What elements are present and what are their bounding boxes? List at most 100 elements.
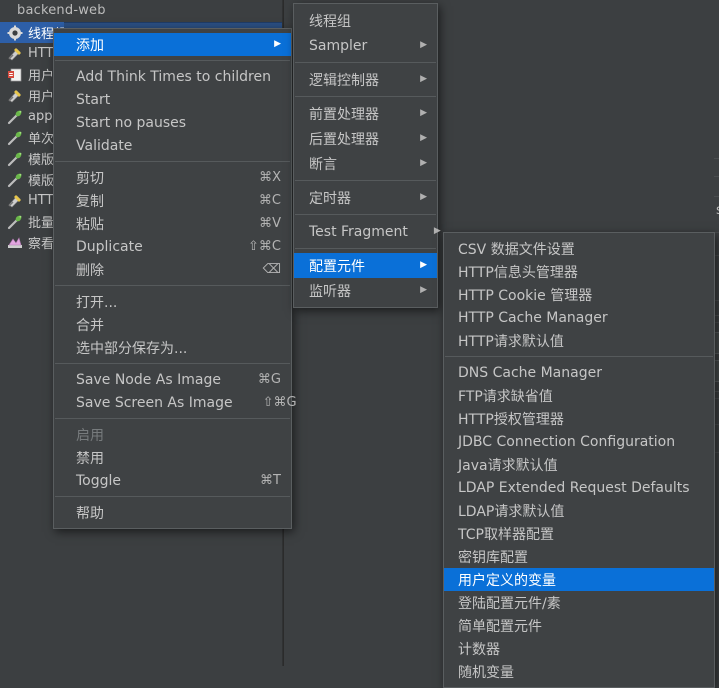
menu-item-http-cache-manager[interactable]: HTTP Cache Manager bbox=[444, 306, 714, 329]
menu-item-[interactable]: 选中部分保存为... bbox=[54, 336, 291, 359]
http-request-icon bbox=[8, 47, 21, 60]
config-element-submenu[interactable]: CSV 数据文件设置 HTTP信息头管理器 HTTP Cookie 管理器 HTTP … bbox=[443, 232, 715, 688]
menu-item-label: LDAP Extended Request Defaults bbox=[458, 479, 690, 496]
menu-item-ldap-extended-request-defaults[interactable]: LDAP Extended Request Defaults bbox=[444, 476, 714, 499]
menu-item-[interactable]: 用户定义的变量 bbox=[444, 568, 714, 591]
panel-divider bbox=[714, 158, 719, 159]
menu-item-[interactable]: 密钥库配置 bbox=[444, 545, 714, 568]
menu-item-[interactable]: 计数器 bbox=[444, 637, 714, 660]
submenu-arrow-icon: ▶ bbox=[420, 40, 427, 50]
menu-separator bbox=[55, 496, 290, 497]
menu-item-add-think-times-to-children[interactable]: Add Think Times to children bbox=[54, 65, 291, 88]
sampler-icon bbox=[7, 110, 22, 124]
menu-item-start[interactable]: Start bbox=[54, 88, 291, 111]
menu-item-[interactable]: 复制 ⌘C bbox=[54, 189, 291, 212]
submenu-arrow-icon: ▶ bbox=[420, 133, 427, 143]
menu-item-validate[interactable]: Validate bbox=[54, 134, 291, 157]
menu-item-sampler[interactable]: Sampler ▶ bbox=[294, 33, 437, 58]
menu-item-label: Start bbox=[76, 91, 111, 108]
panel-divider bbox=[714, 196, 719, 197]
menu-item-[interactable]: 前置处理器 ▶ bbox=[294, 101, 437, 126]
menu-item-http[interactable]: HTTP信息头管理器 bbox=[444, 260, 714, 283]
tree-item-label: 察看 bbox=[28, 237, 55, 252]
menu-item-[interactable]: 打开... bbox=[54, 290, 291, 313]
menu-item-csv[interactable]: CSV 数据文件设置 bbox=[444, 237, 714, 260]
menu-item-test-fragment[interactable]: Test Fragment ▶ bbox=[294, 219, 441, 244]
menu-item-[interactable]: 配置元件 ▶ bbox=[294, 253, 437, 278]
menu-item-[interactable]: 帮助 bbox=[54, 501, 291, 524]
menu-item-label: 后置处理器 bbox=[309, 131, 379, 148]
menu-item-[interactable]: 登陆配置元件/素 bbox=[444, 591, 714, 614]
menu-item-http[interactable]: HTTP请求默认值 bbox=[444, 329, 714, 352]
menu-item-[interactable]: 断言 ▶ bbox=[294, 151, 437, 176]
menu-item-label: 添加 bbox=[76, 37, 104, 54]
menu-item-[interactable]: 随机变量 bbox=[444, 660, 714, 683]
submenu-arrow-icon: ▶ bbox=[420, 158, 427, 168]
menu-separator bbox=[295, 248, 436, 249]
menu-item-[interactable]: 启用 bbox=[54, 423, 291, 446]
menu-item-jdbc-connection-configuration[interactable]: JDBC Connection Configuration bbox=[444, 430, 714, 453]
menu-item-accelerator: ⇧⌘G bbox=[262, 395, 297, 410]
menu-item-[interactable]: 逻辑控制器 ▶ bbox=[294, 67, 437, 92]
menu-item-[interactable]: 线程组 bbox=[294, 8, 437, 33]
menu-item-[interactable]: 粘贴 ⌘V bbox=[54, 212, 291, 235]
menu-item-label: 前置处理器 bbox=[309, 106, 379, 123]
menu-item-[interactable]: 定时器 ▶ bbox=[294, 185, 437, 210]
menu-item-[interactable]: 禁用 bbox=[54, 446, 291, 469]
menu-item-[interactable]: 合并 bbox=[54, 313, 291, 336]
sampler-icon bbox=[7, 215, 22, 229]
menu-item-label: 逻辑控制器 bbox=[309, 72, 379, 89]
csv-dataset-icon bbox=[8, 68, 22, 81]
menu-item-save-node-as-image[interactable]: Save Node As Image ⌘G bbox=[54, 368, 291, 391]
menu-item-label: 禁用 bbox=[76, 450, 104, 467]
menu-item-save-screen-as-image[interactable]: Save Screen As Image ⇧⌘G bbox=[54, 391, 297, 414]
menu-separator bbox=[55, 285, 290, 286]
menu-item-label: Test Fragment bbox=[309, 223, 408, 240]
menu-item-http-cookie[interactable]: HTTP Cookie 管理器 bbox=[444, 283, 714, 306]
menu-item-label: Java请求默认值 bbox=[458, 457, 558, 474]
menu-item-[interactable]: 添加 ▶ bbox=[54, 33, 291, 56]
menu-item-ftp[interactable]: FTP请求缺省值 bbox=[444, 384, 714, 407]
menu-separator bbox=[55, 363, 290, 364]
menu-item-label: FTP请求缺省值 bbox=[458, 388, 553, 405]
menu-item-label: 打开... bbox=[76, 294, 118, 311]
menu-item-label: Save Node As Image bbox=[76, 371, 221, 388]
menu-item-[interactable]: 后置处理器 ▶ bbox=[294, 126, 437, 151]
menu-separator bbox=[55, 60, 290, 61]
menu-item-label: 粘贴 bbox=[76, 216, 104, 233]
menu-item-accelerator: ⌘G bbox=[257, 372, 281, 387]
menu-item-label: 启用 bbox=[76, 427, 104, 444]
menu-item-label: 密钥库配置 bbox=[458, 549, 528, 566]
submenu-arrow-icon: ▶ bbox=[420, 260, 427, 270]
menu-item-label: HTTP Cache Manager bbox=[458, 309, 608, 326]
menu-item-start-no-pauses[interactable]: Start no pauses bbox=[54, 111, 291, 134]
add-submenu[interactable]: 线程组 Sampler ▶ 逻辑控制器 ▶ 前置处理器 ▶ 后置处理器 ▶ 断言 ▶ 定时器 ▶ Test… bbox=[293, 3, 441, 308]
menu-item-java[interactable]: Java请求默认值 bbox=[444, 453, 714, 476]
menu-item-[interactable]: 简单配置元件 bbox=[444, 614, 714, 637]
menu-item-tcp[interactable]: TCP取样器配置 bbox=[444, 522, 714, 545]
menu-item-toggle[interactable]: Toggle ⌘T bbox=[54, 469, 291, 492]
menu-item-[interactable]: 剪切 ⌘X bbox=[54, 166, 291, 189]
menu-item-label: 删除 bbox=[76, 262, 104, 279]
menu-item-accelerator: ⌘X bbox=[259, 170, 281, 185]
tree-item-label: HTT bbox=[28, 193, 54, 208]
menu-item-[interactable]: 监听器 ▶ bbox=[294, 278, 437, 303]
menu-item-label: 监听器 bbox=[309, 283, 351, 300]
menu-item-[interactable]: 删除 ⌫ bbox=[54, 258, 291, 281]
node-context-menu[interactable]: 添加 ▶ Add Think Times to children Start Start… bbox=[53, 28, 297, 529]
menu-item-label: 复制 bbox=[76, 193, 104, 210]
menu-item-ldap[interactable]: LDAP请求默认值 bbox=[444, 499, 714, 522]
test-plan-title: backend-web bbox=[17, 3, 106, 18]
submenu-arrow-icon: ▶ bbox=[433, 226, 441, 236]
menu-item-duplicate[interactable]: Duplicate ⇧⌘C bbox=[54, 235, 291, 258]
tree-item-label: 用户 bbox=[28, 90, 55, 105]
menu-item-http[interactable]: HTTP授权管理器 bbox=[444, 407, 714, 430]
menu-item-label: TCP取样器配置 bbox=[458, 526, 554, 543]
menu-item-label: HTTP授权管理器 bbox=[458, 411, 564, 428]
menu-item-dns-cache-manager[interactable]: DNS Cache Manager bbox=[444, 361, 714, 384]
tree-item-label: 单次 bbox=[28, 132, 55, 147]
menu-item-label: Sampler bbox=[309, 37, 368, 54]
menu-item-accelerator: ⌘T bbox=[260, 473, 281, 488]
sampler-icon bbox=[7, 152, 22, 166]
panel-divider bbox=[714, 176, 719, 177]
